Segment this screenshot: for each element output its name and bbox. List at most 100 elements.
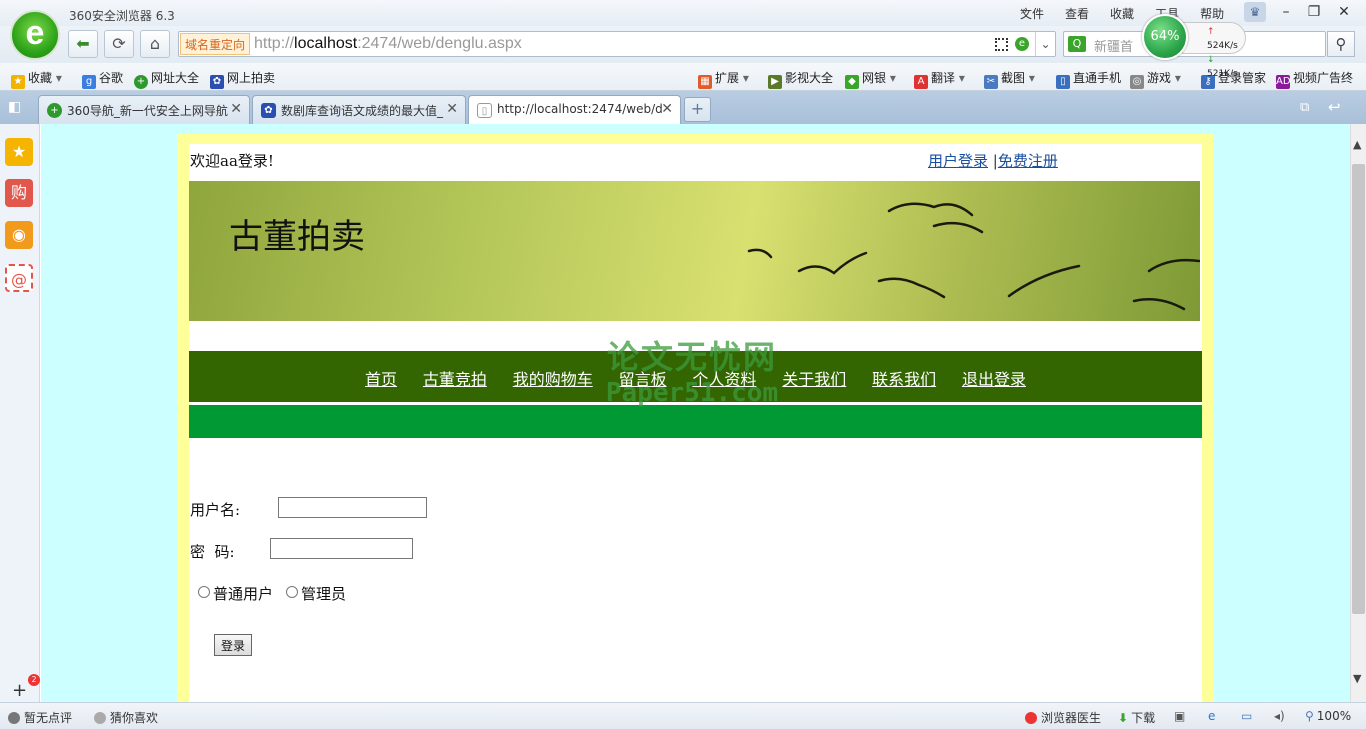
- add-icon[interactable]: +: [12, 680, 27, 701]
- home-button[interactable]: ⌂: [140, 30, 170, 58]
- paw-icon: ✿: [261, 103, 276, 118]
- download-icon: ⬇: [1118, 711, 1129, 725]
- tool-extensions[interactable]: ▦ 扩展 ▾: [698, 69, 749, 89]
- tool-phone[interactable]: ▯ 直通手机: [1056, 69, 1121, 89]
- username-label: 用户名:: [190, 501, 241, 519]
- refresh-button[interactable]: ⟳: [104, 30, 134, 58]
- qr-code-icon[interactable]: [995, 38, 1008, 51]
- restore-button[interactable]: ❐: [1300, 1, 1328, 23]
- menu-overflow-icon[interactable]: »: [1020, 4, 1027, 18]
- nav-contact[interactable]: 联系我们: [872, 370, 936, 389]
- radio-normal-user-label: 普通用户: [213, 585, 274, 603]
- scissors-icon: ✂: [984, 75, 998, 89]
- search-engine-icon[interactable]: Q: [1068, 36, 1086, 52]
- restore-tabs-icon[interactable]: ⧉: [1300, 100, 1309, 115]
- radio-admin-label: 管理员: [301, 585, 347, 603]
- nav-logout[interactable]: 退出登录: [962, 370, 1026, 389]
- vertical-scrollbar[interactable]: ▲ ▼: [1350, 124, 1366, 702]
- network-speed-widget[interactable]: ↑ 524K/s ↓ 521K/s 64%: [1142, 14, 1246, 79]
- chevron-down-icon[interactable]: ⌄: [1035, 32, 1055, 56]
- fav-site-nav[interactable]: + 网址大全: [134, 69, 199, 89]
- nav-home[interactable]: 首页: [365, 370, 397, 389]
- fav-collect[interactable]: ★ 收藏 ▾: [11, 69, 62, 89]
- search-input[interactable]: 新疆首: [1094, 36, 1133, 55]
- compat-mode-icon[interactable]: e: [1015, 37, 1029, 51]
- register-link[interactable]: 免费注册: [998, 152, 1058, 170]
- doctor-icon: [1025, 712, 1037, 724]
- skin-icon[interactable]: ♛: [1244, 2, 1266, 22]
- status-doctor[interactable]: 浏览器医生: [1025, 709, 1101, 726]
- status-bar: 暂无点评 猜你喜欢 浏览器医生 ⬇ 下载 ▣ e ▭ ◂) ⚲ 100%: [0, 702, 1366, 729]
- volume-icon[interactable]: ◂): [1274, 709, 1285, 723]
- radio-admin[interactable]: [286, 586, 298, 598]
- fav-google[interactable]: g 谷歌: [82, 69, 123, 89]
- tool-ad-filter[interactable]: AD 视频广告终: [1276, 69, 1353, 89]
- tool-games[interactable]: ◎ 游戏 ▾: [1130, 69, 1181, 89]
- tab-localhost[interactable]: ▯ http://localhost:2474/web/d ✕: [468, 95, 681, 124]
- memory-percent[interactable]: 64%: [1142, 14, 1188, 60]
- new-tab-button[interactable]: +: [684, 97, 711, 122]
- status-recommend[interactable]: 猜你喜欢: [94, 709, 158, 726]
- scroll-down-icon[interactable]: ▼: [1353, 672, 1361, 685]
- favorites-bar: ★ 收藏 ▾ g 谷歌 + 网址大全 ✿ 网上拍卖 ▦ 扩展 ▾ ▶ 影视大全 ◆ 网银 ▾ …: [0, 63, 1366, 91]
- nav-cart[interactable]: 我的购物车: [513, 370, 593, 389]
- nav-auction[interactable]: 古董竞拍: [423, 370, 487, 389]
- site-title: 古董拍卖: [229, 217, 365, 257]
- fav-auction[interactable]: ✿ 网上拍卖: [210, 69, 275, 89]
- url-text[interactable]: http://localhost:2474/web/denglu.aspx: [254, 35, 522, 53]
- search-icon[interactable]: ⚲: [1327, 31, 1355, 57]
- browser-logo: e: [10, 10, 60, 60]
- film-icon: ▶: [768, 75, 782, 89]
- tool-video[interactable]: ▶ 影视大全: [768, 69, 833, 89]
- nav-about[interactable]: 关于我们: [782, 370, 846, 389]
- nav-guestbook[interactable]: 留言板: [619, 370, 667, 389]
- radio-normal-user[interactable]: [198, 586, 210, 598]
- password-input[interactable]: [270, 538, 413, 559]
- zoom-icon: ⚲: [1305, 709, 1314, 723]
- tool-screenshot[interactable]: ✂ 截图 ▾: [984, 69, 1035, 89]
- gamepad-icon: ◎: [1130, 75, 1144, 89]
- ad-icon: AD: [1276, 75, 1291, 89]
- page-frame: 欢迎aa登录! 用户登录 |免费注册 古董拍卖 首页 古董竞拍 我的购物车 留言…: [177, 134, 1214, 702]
- tool-translate[interactable]: A 翻译 ▾: [914, 69, 965, 89]
- user-login-link[interactable]: 用户登录: [928, 152, 988, 170]
- menu-favorites[interactable]: 收藏: [1110, 5, 1134, 22]
- google-icon: g: [82, 75, 96, 89]
- nav-profile[interactable]: 个人资料: [692, 370, 756, 389]
- page-icon: ▯: [477, 103, 492, 118]
- scroll-up-icon[interactable]: ▲: [1353, 138, 1361, 151]
- upload-speed: 524K/s: [1207, 41, 1238, 51]
- tile-icon[interactable]: ▣: [1174, 709, 1185, 723]
- star-icon[interactable]: ★: [5, 138, 33, 166]
- window-icon[interactable]: ▭: [1241, 709, 1252, 723]
- back-button[interactable]: ⬅: [68, 30, 98, 58]
- undo-close-icon[interactable]: ↩: [1328, 98, 1341, 116]
- scroll-thumb[interactable]: [1352, 164, 1365, 614]
- speed-panel: ↑ 524K/s ↓ 521K/s: [1182, 22, 1246, 79]
- close-tab-icon[interactable]: ✕: [661, 101, 673, 117]
- status-zoom[interactable]: ⚲ 100%: [1305, 709, 1351, 723]
- tab-360-nav[interactable]: + 360导航_新一代安全上网导航 ✕: [38, 95, 250, 124]
- close-tab-icon[interactable]: ✕: [446, 101, 458, 117]
- address-bar[interactable]: 域名重定向 http://localhost:2474/web/denglu.a…: [178, 31, 1056, 57]
- close-tab-icon[interactable]: ✕: [230, 101, 242, 117]
- page-content: 欢迎aa登录! 用户登录 |免费注册 古董拍卖 首页 古董竞拍 我的购物车 留言…: [189, 144, 1202, 702]
- minimize-button[interactable]: –: [1272, 1, 1300, 23]
- menu-view[interactable]: 查看: [1065, 5, 1089, 22]
- main-nav: 首页 古董竞拍 我的购物车 留言板 个人资料 关于我们 联系我们 退出登录: [189, 351, 1202, 402]
- tool-bank[interactable]: ◆ 网银 ▾: [845, 69, 896, 89]
- sidebar-toggle-icon[interactable]: ◧: [8, 99, 21, 115]
- left-sidebar: ★ 购 ◉ @ + 2: [0, 124, 40, 702]
- status-download[interactable]: ⬇ 下载: [1118, 709, 1155, 726]
- weibo-icon[interactable]: ◉: [5, 221, 33, 249]
- shopping-icon[interactable]: 购: [5, 179, 33, 207]
- redirect-tag[interactable]: 域名重定向: [180, 33, 251, 55]
- email-icon[interactable]: @: [5, 264, 33, 292]
- status-rating[interactable]: 暂无点评: [8, 709, 72, 726]
- ie-compat-icon[interactable]: e: [1208, 709, 1215, 723]
- app-title: 360安全浏览器 6.3: [69, 9, 175, 23]
- login-button[interactable]: 登录: [214, 634, 252, 656]
- username-input[interactable]: [278, 497, 427, 518]
- tab-db-query[interactable]: ✿ 数剧库查询语文成绩的最大值_ ✕: [252, 95, 466, 124]
- close-button[interactable]: ✕: [1330, 1, 1358, 23]
